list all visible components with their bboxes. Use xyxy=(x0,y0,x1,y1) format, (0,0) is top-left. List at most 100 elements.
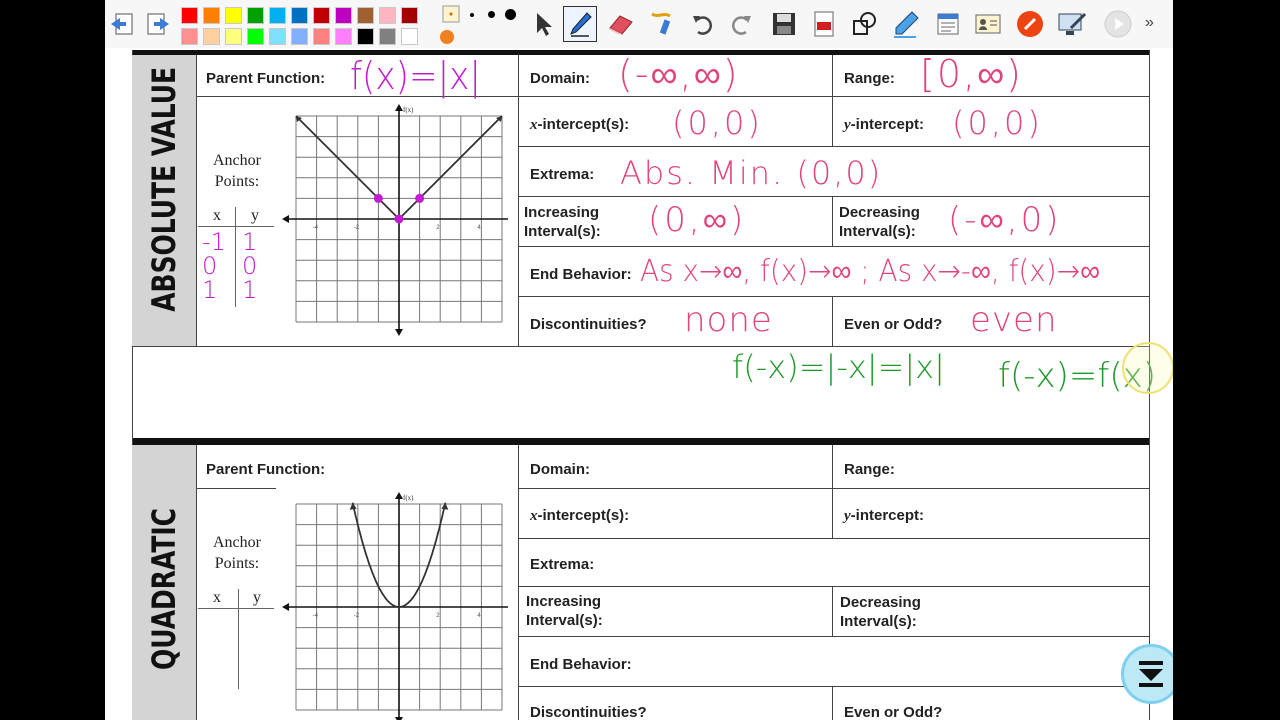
range-answer: [0,∞) xyxy=(920,52,1023,96)
even-odd-answer: even xyxy=(970,300,1058,340)
pdf-icon[interactable] xyxy=(807,6,841,42)
color-swatch[interactable] xyxy=(225,7,242,24)
color-swatch[interactable] xyxy=(313,28,330,45)
anchor-value: 1 xyxy=(202,276,218,304)
forward-icon[interactable] xyxy=(141,6,175,42)
color-swatch[interactable] xyxy=(401,28,418,45)
parent-function-label: Parent Function: xyxy=(206,70,326,87)
color-swatch[interactable] xyxy=(313,7,330,24)
domain-label: Domain: xyxy=(530,461,590,478)
annotation-toolbar: » xyxy=(105,0,1173,48)
color-swatch[interactable] xyxy=(401,7,418,24)
dot-orange-icon[interactable] xyxy=(440,30,454,44)
domain-answer: (-∞,∞) xyxy=(618,52,740,96)
cursor-highlight xyxy=(1122,342,1173,394)
play-icon[interactable] xyxy=(1101,6,1135,42)
range-label: Range: xyxy=(844,461,895,478)
color-swatch[interactable] xyxy=(247,28,264,45)
color-swatch[interactable] xyxy=(357,7,374,24)
increasing-answer: (0,∞) xyxy=(648,200,747,240)
scroll-down-button[interactable] xyxy=(1121,644,1173,704)
x-axis-arrow xyxy=(282,603,289,611)
dot-small-icon[interactable] xyxy=(470,13,474,17)
marker-icon[interactable] xyxy=(889,6,923,42)
color-swatch[interactable] xyxy=(269,7,286,24)
record-icon[interactable] xyxy=(1013,6,1047,42)
undo-icon[interactable] xyxy=(685,6,719,42)
screen-share-icon[interactable] xyxy=(1055,6,1089,42)
y-intercept-label: y-intercept: xyxy=(844,116,925,133)
redo-icon[interactable] xyxy=(725,6,759,42)
back-icon[interactable] xyxy=(105,6,139,42)
color-swatch[interactable] xyxy=(181,7,198,24)
x-intercept-answer: (0,0) xyxy=(672,104,763,142)
y-intercept-answer: (0,0) xyxy=(952,104,1043,142)
color-swatch[interactable] xyxy=(379,7,396,24)
work-note-1: f(-x)=|-x|=|x| xyxy=(732,348,945,386)
y-axis-arrow xyxy=(395,492,403,499)
parent-function-label: Parent Function: xyxy=(206,461,326,478)
anchor-point xyxy=(394,214,404,224)
tick-label: -2 xyxy=(354,225,360,231)
parent-function-answer: f(x)=|x| xyxy=(350,54,481,98)
decreasing-label: Decreasing Interval(s): xyxy=(839,204,920,240)
end-behavior-answer: As x→∞, f(x)→∞ ; As x→-∞, f(x)→∞ xyxy=(640,254,1100,289)
extrema-label: Extrema: xyxy=(530,556,595,573)
notes-icon[interactable] xyxy=(931,6,965,42)
eraser-icon[interactable] xyxy=(603,6,637,42)
section-title-bar: ABSOLUTE VALUE xyxy=(132,55,196,347)
anchor-y-header: y xyxy=(251,207,259,224)
color-swatch[interactable] xyxy=(203,28,220,45)
anchor-x-header: x xyxy=(213,589,221,606)
whiteboard-canvas[interactable]: » ABSOLUTE VALUE Parent Function: f(x)=|… xyxy=(105,0,1173,720)
color-swatch[interactable] xyxy=(379,28,396,45)
color-swatch[interactable] xyxy=(247,7,264,24)
save-icon[interactable] xyxy=(767,6,801,42)
absolute-value-graph: f(x) -4 -2 2 4 xyxy=(282,104,508,336)
end-behavior-label: End Behavior: xyxy=(530,266,632,283)
more-tools-icon[interactable]: » xyxy=(1145,14,1154,32)
end-behavior-label: End Behavior: xyxy=(530,656,632,673)
color-swatch[interactable] xyxy=(203,7,220,24)
color-swatch[interactable] xyxy=(291,7,308,24)
quadratic-graph: f(x) -4 -2 2 4 xyxy=(282,492,508,720)
anchor-points-label: Anchor Points: xyxy=(213,534,261,572)
x-intercept-label: x-intercept(s): xyxy=(530,116,630,133)
scroll-down-icon xyxy=(1139,661,1163,687)
dot-medium-icon[interactable] xyxy=(488,11,495,18)
anchor-point xyxy=(373,193,383,203)
color-swatch[interactable] xyxy=(335,28,352,45)
anchor-x-header: x xyxy=(213,207,221,224)
domain-label: Domain: xyxy=(530,70,590,87)
quadratic-section: QUADRATIC Parent Function: Anchor Points… xyxy=(132,438,1150,720)
dot-large-icon[interactable] xyxy=(505,9,516,20)
decreasing-label: Decreasing Interval(s): xyxy=(840,594,921,630)
color-swatch[interactable] xyxy=(225,28,242,45)
anchor-y-header: y xyxy=(253,589,261,606)
extrema-label: Extrema: xyxy=(530,166,595,183)
shapes-icon[interactable] xyxy=(848,6,882,42)
tick-label: -2 xyxy=(354,613,360,619)
y-axis-arrow xyxy=(395,104,403,111)
color-swatch[interactable] xyxy=(357,28,374,45)
tick-label: 4 xyxy=(477,225,481,231)
discontinuities-label: Discontinuities? xyxy=(530,316,647,333)
range-label: Range: xyxy=(844,70,895,87)
increasing-label: Increasing Interval(s): xyxy=(524,204,601,240)
cursor-icon[interactable] xyxy=(527,6,561,42)
x-intercept-label: x-intercept(s): xyxy=(530,507,630,524)
discontinuities-label: Discontinuities? xyxy=(530,704,647,720)
section-title: ABSOLUTE VALUE xyxy=(145,66,183,312)
color-swatch[interactable] xyxy=(291,28,308,45)
pen-icon[interactable] xyxy=(563,6,597,42)
tick-label: 2 xyxy=(436,613,440,619)
contacts-icon[interactable] xyxy=(971,6,1005,42)
section-title: QUADRATIC xyxy=(145,508,183,670)
extrema-answer: Abs. Min. (0,0) xyxy=(620,154,883,192)
function-axis-label: f(x) xyxy=(403,494,414,502)
color-swatch[interactable] xyxy=(181,28,198,45)
highlighter-icon[interactable] xyxy=(643,6,677,42)
color-swatch[interactable] xyxy=(269,28,286,45)
color-swatch[interactable] xyxy=(335,7,352,24)
pen-size-icon[interactable] xyxy=(441,4,461,24)
